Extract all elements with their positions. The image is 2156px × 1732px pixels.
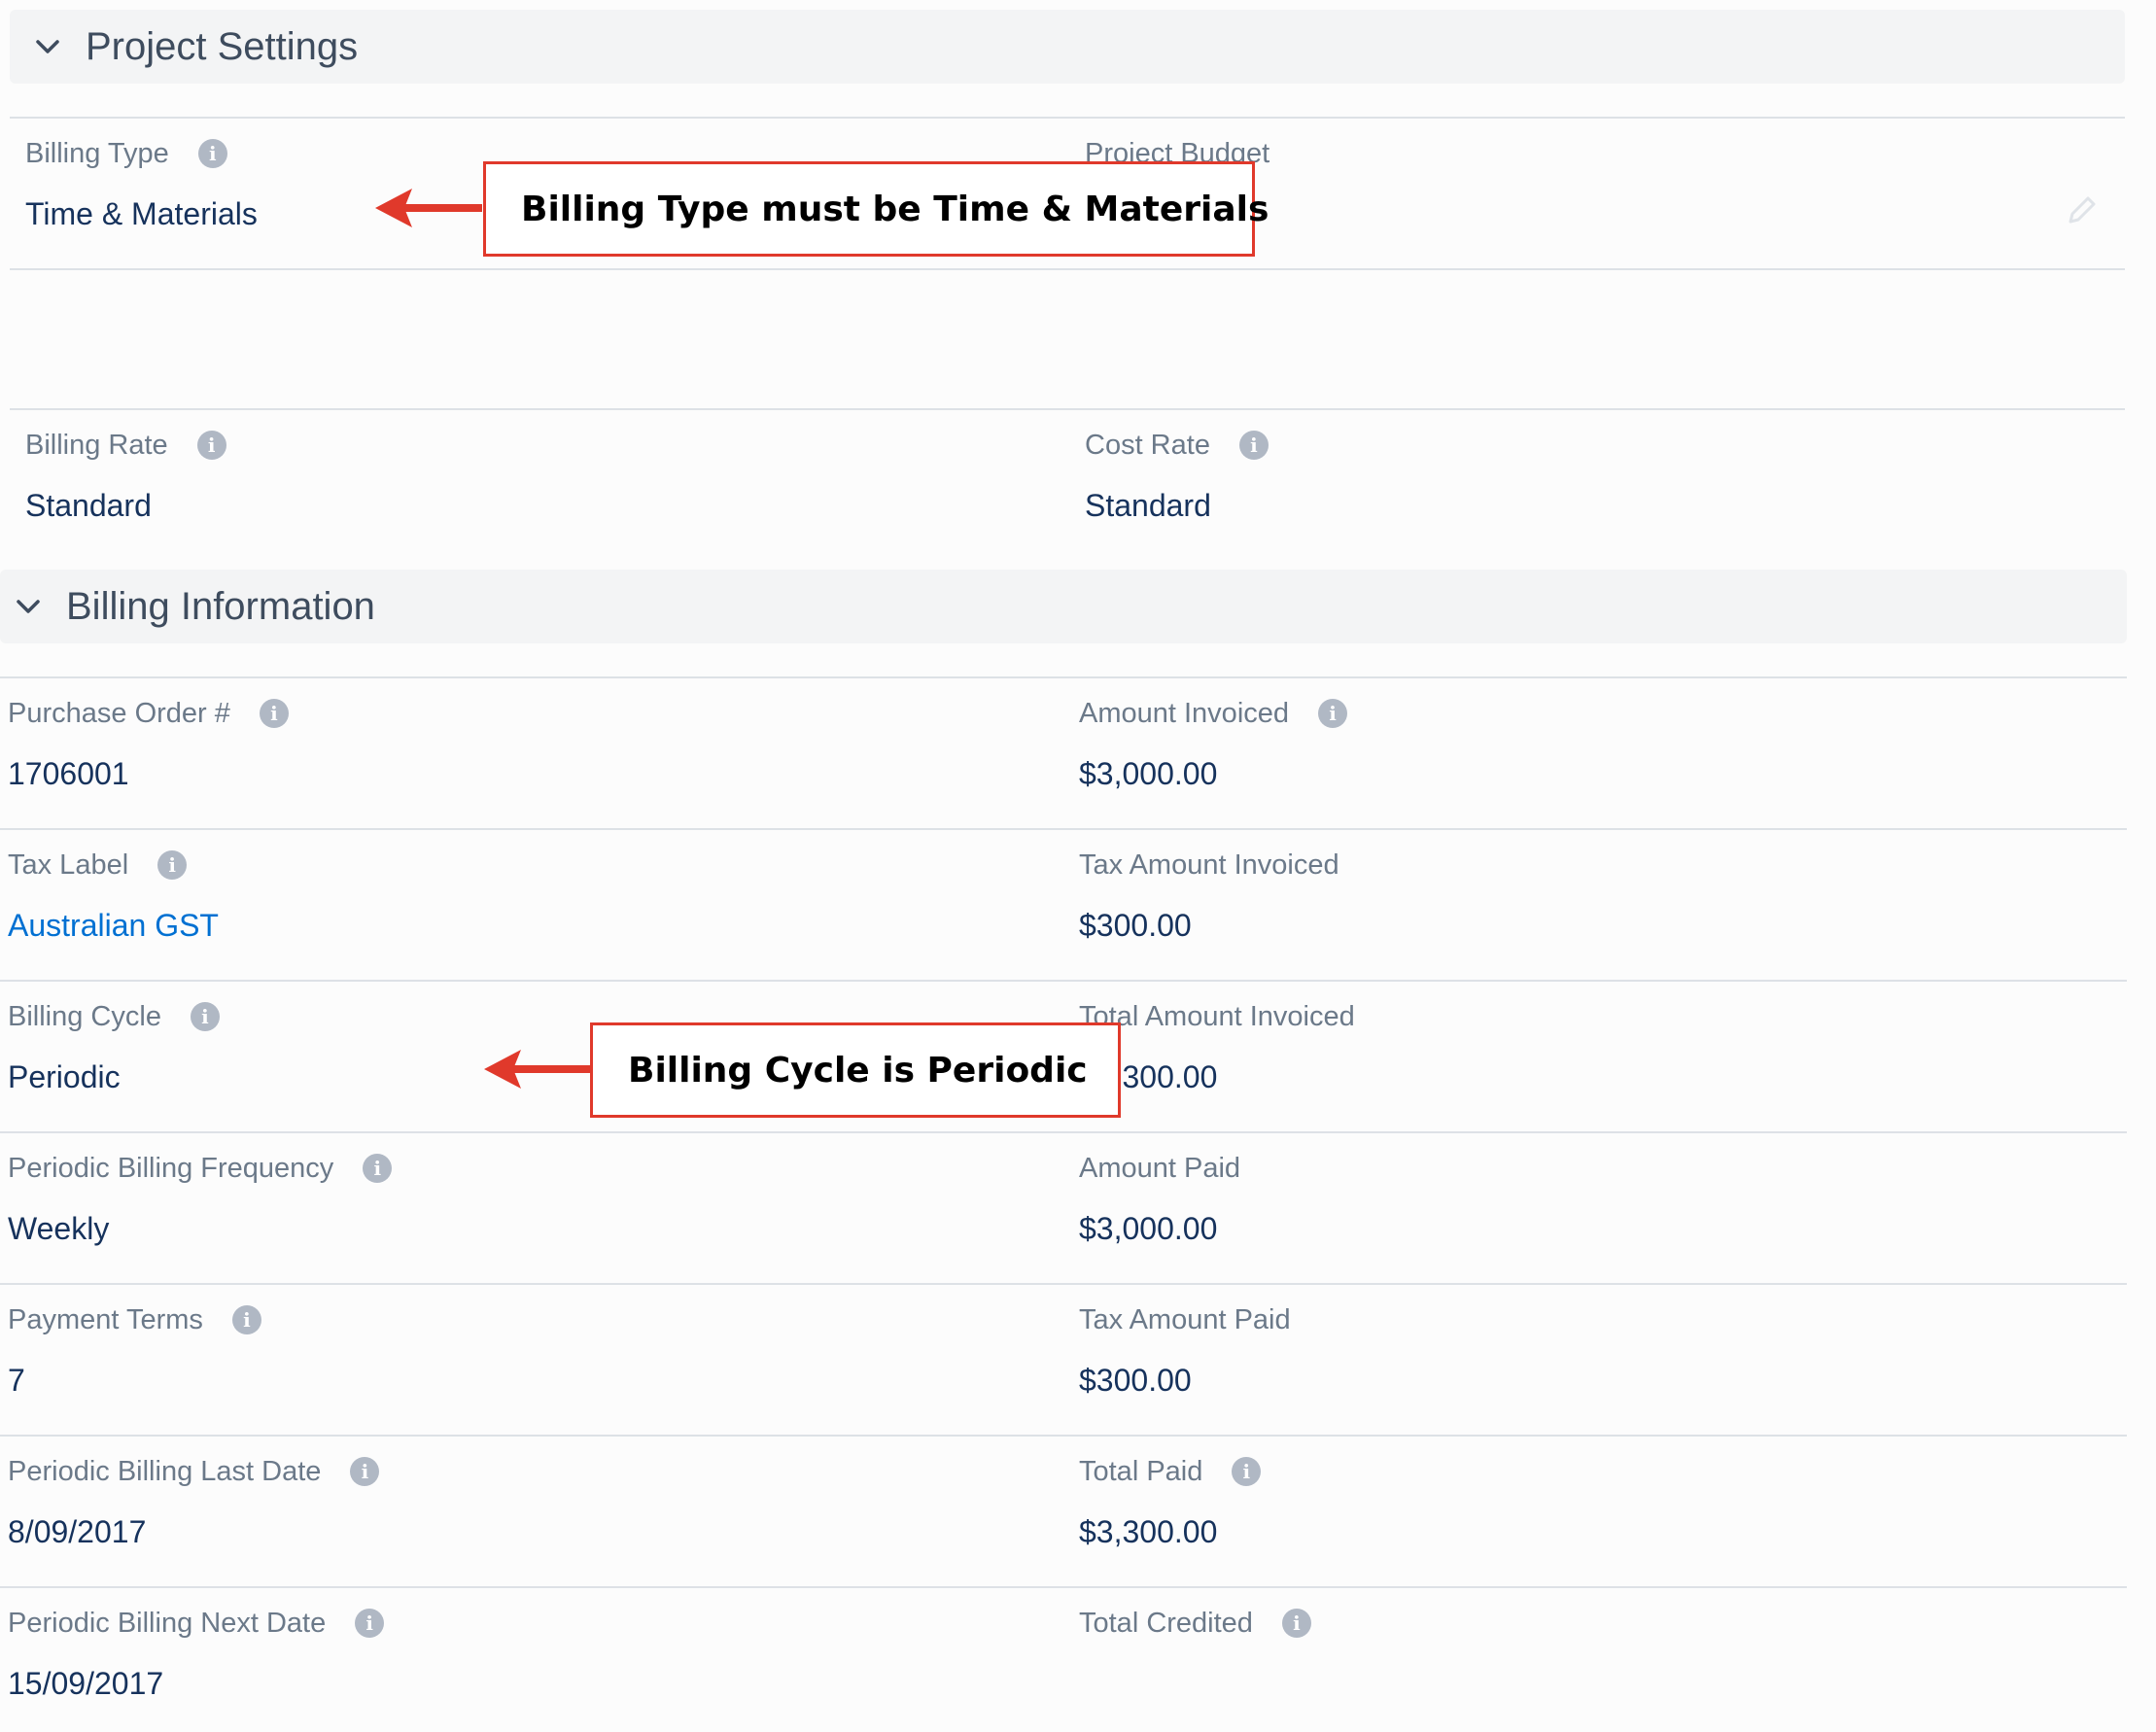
field-value: Standard: [1085, 488, 1211, 523]
field-label: Total Credited: [1079, 1607, 1253, 1639]
project-settings-header[interactable]: Project Settings: [10, 10, 2125, 84]
field-label: Amount Paid: [1079, 1152, 1241, 1184]
tax-label-field: Tax Label i Australian GST: [8, 846, 219, 947]
total-credited-field: Total Credited i: [1079, 1604, 1311, 1705]
field-value: $3,300.00: [1079, 1514, 1218, 1549]
field-value: 7: [8, 1363, 25, 1398]
info-icon[interactable]: i: [231, 1305, 261, 1334]
info-icon[interactable]: i: [350, 1457, 380, 1486]
field-value: $3,000.00: [1079, 1211, 1218, 1246]
divider: [10, 408, 2125, 410]
pencil-icon[interactable]: [2065, 192, 2100, 227]
field-value: Periodic: [8, 1059, 121, 1094]
divider: [0, 828, 2127, 830]
tax-amount-paid-field: Tax Amount Paid $300.00: [1079, 1300, 1291, 1402]
field-value: 8/09/2017: [8, 1514, 147, 1549]
field-label: Tax Amount Paid: [1079, 1303, 1291, 1335]
field-label: Purchase Order #: [8, 697, 230, 729]
info-icon[interactable]: i: [1318, 699, 1348, 728]
amount-paid-field: Amount Paid $3,000.00: [1079, 1149, 1240, 1250]
field-label: Billing Type: [25, 137, 169, 169]
field-value: 15/09/2017: [8, 1666, 164, 1701]
arrow-left-icon: [484, 1050, 591, 1089]
chevron-down-icon[interactable]: [31, 30, 64, 63]
info-icon[interactable]: i: [355, 1609, 385, 1638]
total-paid-field: Total Paid i $3,300.00: [1079, 1452, 1262, 1553]
info-icon[interactable]: i: [190, 1002, 220, 1031]
field-value: Time & Materials: [25, 196, 258, 231]
divider: [0, 1435, 2127, 1437]
field-value: $300.00: [1079, 1363, 1192, 1398]
field-label: Periodic Billing Last Date: [8, 1455, 322, 1487]
billing-cycle-callout: Billing Cycle is Periodic: [590, 1022, 1121, 1118]
tax-amount-invoiced-field: Tax Amount Invoiced $300.00: [1079, 846, 1339, 947]
field-value: [1079, 1666, 1311, 1705]
field-value: Weekly: [8, 1211, 110, 1246]
field-label: Periodic Billing Next Date: [8, 1607, 327, 1639]
arrow-left-icon: [375, 189, 482, 227]
billing-information-header[interactable]: Billing Information: [0, 570, 2127, 643]
divider: [10, 117, 2125, 119]
divider: [0, 676, 2127, 678]
callout-text: Billing Type must be Time & Materials: [521, 189, 1269, 229]
field-value: Standard: [25, 488, 152, 523]
section-title: Project Settings: [86, 24, 359, 68]
divider: [0, 980, 2127, 982]
purchase-order-field: Purchase Order # i 1706001: [8, 694, 289, 795]
info-icon[interactable]: i: [197, 139, 227, 168]
divider: [0, 1131, 2127, 1133]
field-label: Payment Terms: [8, 1303, 203, 1335]
field-value: 1706001: [8, 756, 129, 791]
field-label: Cost Rate: [1085, 429, 1210, 461]
periodic-billing-frequency-field: Periodic Billing Frequency i Weekly: [8, 1149, 393, 1250]
field-label: Periodic Billing Frequency: [8, 1152, 334, 1184]
tax-label-link[interactable]: Australian GST: [8, 908, 219, 947]
info-icon[interactable]: i: [259, 699, 289, 728]
field-label: Tax Label: [8, 849, 129, 881]
chevron-down-icon[interactable]: [12, 590, 45, 623]
field-label: Billing Rate: [25, 429, 168, 461]
info-icon[interactable]: i: [1238, 431, 1269, 460]
billing-rate-field: Billing Rate i Standard: [25, 426, 226, 527]
field-label: Total Paid: [1079, 1455, 1203, 1487]
field-value: $3,000.00: [1079, 756, 1218, 791]
callout-text: Billing Cycle is Periodic: [628, 1050, 1088, 1091]
billing-type-field: Billing Type i Time & Materials: [25, 134, 258, 235]
divider: [0, 1283, 2127, 1285]
section-title: Billing Information: [66, 584, 375, 628]
billing-type-callout: Billing Type must be Time & Materials: [483, 161, 1269, 257]
field-label: Amount Invoiced: [1079, 697, 1290, 729]
field-label: Billing Cycle: [8, 1000, 161, 1032]
field-value: $300.00: [1079, 908, 1192, 943]
divider: [0, 1586, 2127, 1588]
periodic-billing-next-date-field: Periodic Billing Next Date i 15/09/2017: [8, 1604, 385, 1705]
info-icon[interactable]: i: [1281, 1609, 1311, 1638]
amount-invoiced-field: Amount Invoiced i $3,000.00: [1079, 694, 1348, 795]
payment-terms-field: Payment Terms i 7: [8, 1300, 261, 1402]
billing-cycle-field: Billing Cycle i Periodic: [8, 997, 220, 1098]
info-icon[interactable]: i: [363, 1154, 393, 1183]
cost-rate-field: Cost Rate i Standard: [1085, 426, 1269, 527]
divider: [10, 268, 2125, 270]
field-label: Tax Amount Invoiced: [1079, 849, 1339, 881]
periodic-billing-last-date-field: Periodic Billing Last Date i 8/09/2017: [8, 1452, 380, 1553]
info-icon[interactable]: i: [157, 850, 188, 880]
info-icon[interactable]: i: [1232, 1457, 1262, 1486]
info-icon[interactable]: i: [196, 431, 226, 460]
